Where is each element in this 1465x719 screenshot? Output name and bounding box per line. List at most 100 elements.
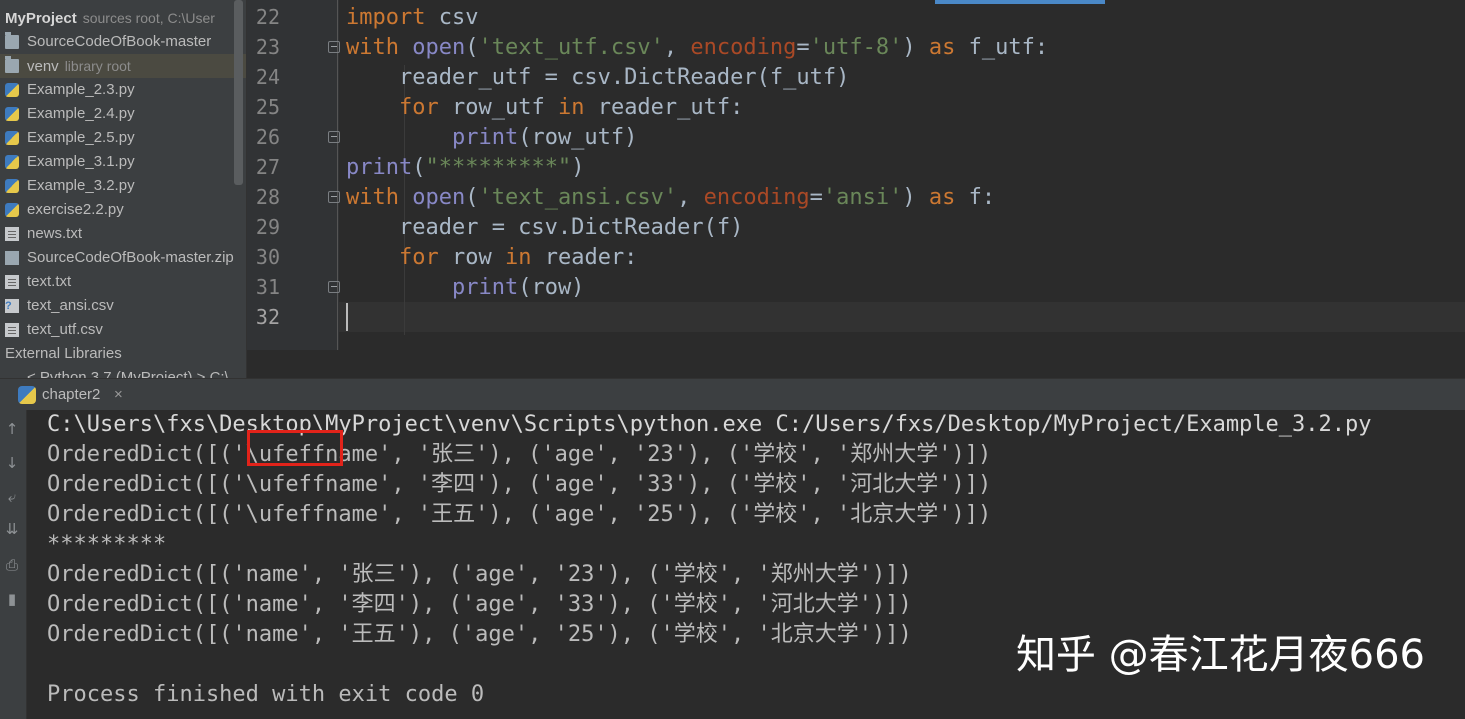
line-number: 31 [255,275,280,299]
line-number: 28 [255,185,280,209]
python-file-icon [5,83,19,97]
fold-marker-icon[interactable] [328,41,340,53]
tree-item-label: Example_2.4.py [27,105,135,122]
tree-item-label: news.txt [27,225,83,242]
code-line[interactable]: print(row) [346,273,584,303]
tree-item[interactable]: text_utf.csv [0,318,246,342]
tree-item[interactable]: SourceCodeOfBook-master [0,30,246,54]
zip-file-icon [5,251,19,265]
console-output-line: Process finished with exit code 0 [47,682,485,707]
code-editor[interactable]: 22 23 24 25 26 27 28 29 30 31 32 import csv with op… [247,0,1465,350]
tree-item[interactable]: Example_2.5.py [0,126,246,150]
tree-item-hint: library root [64,58,131,74]
root-hint: sources root, C:\User [82,10,215,26]
run-tab-chapter2[interactable]: chapter2 [42,379,100,411]
tree-item-label: text_ansi.csv [27,297,114,314]
tree-item-label: SourceCodeOfBook-master [27,33,212,50]
text-caret [346,303,348,331]
current-line-highlight [339,302,1465,332]
console-output-line: OrderedDict([('\ufeffname', '张三'), ('age… [47,442,992,467]
up-arrow-icon[interactable]: ↑ [3,420,21,438]
line-number: 30 [255,245,280,269]
tree-root-myproject[interactable]: MyProject sources root, C:\User [0,6,246,30]
python-file-icon [5,179,19,193]
tree-item-label: Example_3.2.py [27,177,135,194]
line-number: 29 [255,215,280,239]
console-command-line: C:\Users\fxs\Desktop\MyProject\venv\Scri… [47,412,1372,437]
tree-item-label: Example_2.5.py [27,129,135,146]
down-arrow-icon[interactable]: ↓ [3,454,21,472]
tree-item[interactable]: Example_2.3.py [0,78,246,102]
tree-python-sdk[interactable]: < Python 3.7 (MyProject) > C:\ [0,366,246,378]
text-file-icon [5,323,19,337]
run-panel-header: chapter2 × [0,378,1465,411]
zhihu-watermark: 知乎 @春江花月夜666 [1015,632,1425,678]
print-icon[interactable]: ⎙ [3,556,21,574]
line-number: 22 [255,5,280,29]
line-number: 25 [255,95,280,119]
console-output-line: ********* [47,532,167,557]
tree-item[interactable]: venv library root [0,54,246,78]
tree-item-label: text.txt [27,273,72,290]
fold-marker-icon[interactable] [328,131,340,143]
tree-item-label: venv library root [27,58,131,75]
red-annotation-box [247,430,343,466]
code-line[interactable]: reader_utf = csv.DictReader(f_utf) [346,63,849,93]
tree-item-label: Example_2.3.py [27,81,135,98]
tree-item[interactable]: SourceCodeOfBook-master.zip [0,246,246,270]
code-line[interactable]: import csv [346,3,478,33]
tree-item[interactable]: text_ansi.csv [0,294,246,318]
folder-icon [5,32,19,49]
python-sdk-label: < Python 3.7 (MyProject) > C:\ [27,369,229,378]
console-output-line: OrderedDict([('\ufeffname', '王五'), ('age… [47,502,992,527]
tree-scrollbar[interactable] [234,0,243,185]
soft-wrap-icon[interactable]: ⤶ [3,488,21,506]
tree-item[interactable]: Example_2.4.py [0,102,246,126]
trash-icon[interactable]: ▮ [3,590,21,608]
external-libraries-label: External Libraries [5,345,122,362]
tree-item-label: Example_3.1.py [27,153,135,170]
folder-icon [5,56,19,73]
code-line[interactable]: print("*********") [346,153,584,183]
line-number: 27 [255,155,280,179]
tree-item-label: text_utf.csv [27,321,103,338]
fold-marker-icon[interactable] [328,281,340,293]
console-output-line: OrderedDict([('name', '王五'), ('age', '25… [47,622,912,647]
python-file-icon [5,107,19,121]
root-name: MyProject [5,10,77,27]
code-line[interactable]: with open('text_utf.csv', encoding='utf-… [346,33,1048,63]
console-output-line: OrderedDict([('name', '张三'), ('age', '23… [47,562,912,587]
python-run-icon [18,386,36,404]
tree-item[interactable]: news.txt [0,222,246,246]
tree-item[interactable]: text.txt [0,270,246,294]
tree-item[interactable]: exercise2.2.py [0,198,246,222]
close-tab-icon[interactable]: × [114,379,123,411]
fold-marker-icon[interactable] [328,191,340,203]
code-line[interactable]: reader = csv.DictReader(f) [346,213,743,243]
console-output-line: OrderedDict([('\ufeffname', '李四'), ('age… [47,472,992,497]
tree-item-label: exercise2.2.py [27,201,124,218]
python-file-icon [5,155,19,169]
text-file-icon [5,227,19,241]
unknown-file-icon [5,294,19,318]
run-toolbar: ↑ ↓ ⤶ ⇊ ⎙ ▮ [0,410,27,719]
tree-item[interactable]: Example_3.2.py [0,174,246,198]
tree-item[interactable]: Example_3.1.py [0,150,246,174]
code-line[interactable]: for row in reader: [346,243,637,273]
console-output-line: OrderedDict([('name', '李四'), ('age', '33… [47,592,912,617]
python-file-icon [5,203,19,217]
tree-item-label: SourceCodeOfBook-master.zip [27,249,234,266]
active-tab-indicator [935,0,1105,4]
line-number: 32 [255,305,280,329]
line-number: 24 [255,65,280,89]
line-number: 23 [255,35,280,59]
tree-external-libraries[interactable]: External Libraries [0,342,246,366]
scroll-to-end-icon[interactable]: ⇊ [3,520,21,538]
python-file-icon [5,131,19,145]
code-line[interactable]: with open('text_ansi.csv', encoding='ans… [346,183,995,213]
code-line[interactable]: print(row_utf) [346,123,637,153]
project-tree-panel: MyProject sources root, C:\User SourceCod… [0,0,247,378]
line-number: 26 [255,125,280,149]
text-file-icon [5,275,19,289]
code-line[interactable]: for row_utf in reader_utf: [346,93,743,123]
